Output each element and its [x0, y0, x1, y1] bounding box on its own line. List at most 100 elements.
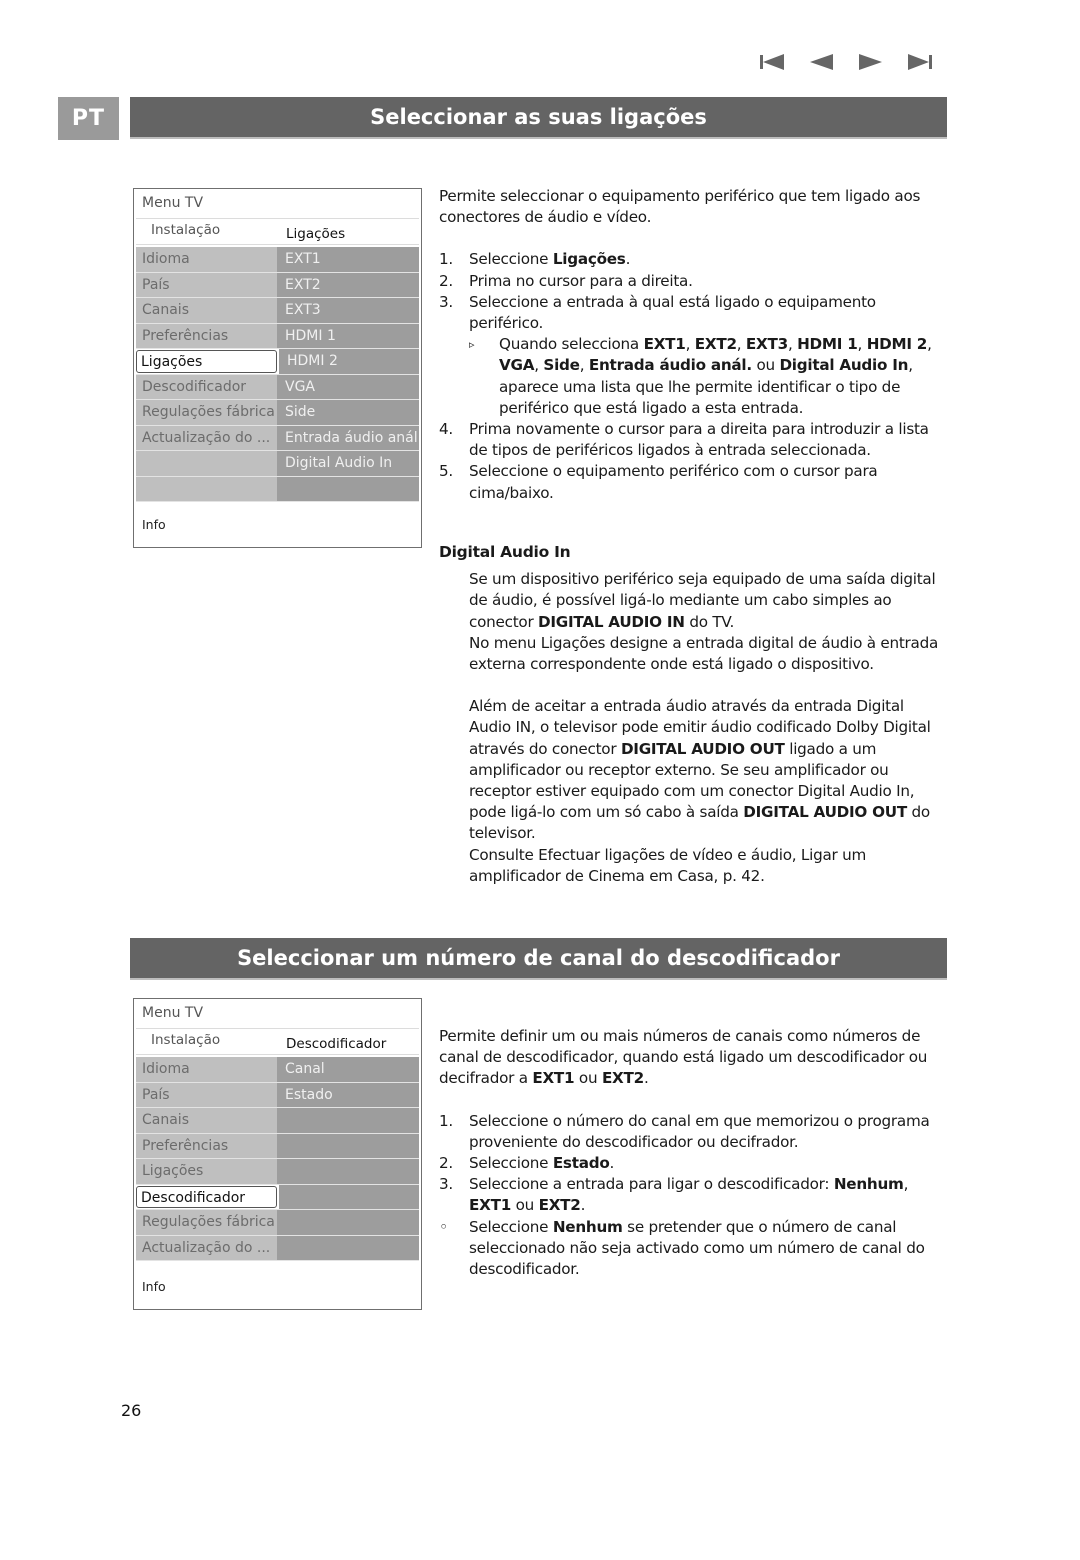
menu-rows: Idioma Canal País Estado Canais Preferências L… — [136, 1057, 419, 1261]
menu-item[interactable]: Actualização do ... — [136, 425, 277, 450]
menu-rows: Idioma EXT1 País EXT2 Canais EXT3 Preferências… — [136, 247, 419, 502]
menu-item[interactable]: Regulações fábrica — [136, 400, 277, 425]
submenu-item[interactable]: VGA — [277, 374, 419, 399]
previous-icon — [810, 54, 833, 70]
submenu-item[interactable] — [277, 1159, 419, 1184]
menu-row: País EXT2 — [136, 272, 419, 298]
triangle-bullet-icon: ▹ — [469, 338, 475, 352]
divider — [136, 1054, 419, 1055]
menu-row — [136, 476, 419, 502]
menu-row: Regulações fábrica Side — [136, 400, 419, 426]
menu-item[interactable]: Preferências — [136, 323, 277, 348]
submenu-item[interactable]: Digital Audio In — [277, 451, 419, 476]
menu-sub-left: Instalação — [151, 1032, 221, 1048]
submenu-item[interactable]: Estado — [277, 1082, 419, 1107]
submenu-item[interactable]: Side — [277, 400, 419, 425]
menu-row: Idioma EXT1 — [136, 247, 419, 273]
submenu-item[interactable] — [279, 1184, 419, 1209]
menu-item-selected[interactable]: Descodificador — [136, 1185, 277, 1208]
step-item: 5. Seleccione o equipamento periférico co… — [439, 462, 878, 502]
submenu-item[interactable] — [277, 1210, 419, 1235]
language-tag: PT — [58, 97, 119, 140]
submenu-item[interactable]: EXT3 — [277, 298, 419, 323]
step-item: 2. Prima no cursor para a direita. — [439, 271, 693, 290]
digital-audio-heading: Digital Audio In — [439, 543, 571, 561]
sub-bullet: ▹ Quando selecciona EXT1, EXT2, EXT3, HDM… — [469, 335, 932, 417]
menu-item[interactable]: Canais — [136, 1108, 277, 1133]
menu-info: Info — [142, 1279, 166, 1294]
menu-row: Canais — [136, 1108, 419, 1134]
menu-row: Actualização do ... Entrada áudio anál. — [136, 425, 419, 451]
menu-row: Preferências — [136, 1133, 419, 1159]
menu-row: Preferências HDMI 1 — [136, 323, 419, 349]
divider — [136, 244, 419, 245]
menu-item[interactable]: País — [136, 272, 277, 297]
section1-text: Permite seleccionar o equipamento perifé… — [439, 186, 949, 504]
menu-item[interactable]: Descodificador — [136, 374, 277, 399]
submenu-item[interactable]: Canal — [277, 1057, 419, 1082]
next-button[interactable] — [856, 50, 884, 74]
step-item: 1. Seleccione Ligações. — [439, 250, 631, 269]
menu-info: Info — [142, 517, 166, 532]
next-icon — [859, 54, 882, 70]
menu-row: Ligações — [136, 1159, 419, 1185]
menu-row: Idioma Canal — [136, 1057, 419, 1083]
menu-row: Canais EXT3 — [136, 298, 419, 324]
submenu-item[interactable] — [277, 1235, 419, 1260]
divider — [136, 1028, 419, 1029]
menu-row: Descodificador — [136, 1184, 419, 1210]
submenu-item[interactable]: EXT2 — [277, 272, 419, 297]
menu-item[interactable]: Canais — [136, 298, 277, 323]
step-item: 3. Seleccione a entrada à qual está ligad… — [439, 292, 876, 333]
menu-item-selected[interactable]: Ligações — [136, 350, 277, 373]
menu-sub-left: Instalação — [151, 222, 221, 238]
menu-item[interactable]: Actualização do ... — [136, 1235, 277, 1260]
digital-audio-paragraph: Consulte Efectuar ligações de vídeo e áu… — [469, 845, 867, 885]
menu-item[interactable]: Idioma — [136, 1057, 277, 1082]
skip-to-last-button[interactable] — [906, 50, 934, 74]
submenu-item[interactable]: Entrada áudio anál. — [277, 425, 419, 450]
submenu-item[interactable] — [277, 1108, 419, 1133]
note-item: ◦ Seleccione Nenhum se pretender que o nú… — [439, 1217, 925, 1279]
intro-paragraph: Permite definir um ou mais números de ca… — [439, 1027, 928, 1088]
digital-audio-paragraph: Se um dispositivo periférico seja equipa… — [469, 570, 936, 631]
menu-sub-right: Descodificador — [286, 1036, 387, 1052]
menu-item[interactable]: Regulações fábrica — [136, 1210, 277, 1235]
digital-audio-paragraph: No menu Ligações designe a entrada digit… — [469, 633, 939, 674]
menu-item[interactable] — [136, 451, 277, 476]
step-item: 3. Seleccione a entrada para ligar o desc… — [439, 1175, 909, 1215]
menu-item[interactable]: Idioma — [136, 247, 277, 272]
submenu-item[interactable]: HDMI 1 — [277, 323, 419, 348]
menu-row: Digital Audio In — [136, 451, 419, 477]
menu-item[interactable]: Preferências — [136, 1133, 277, 1158]
divider — [136, 218, 419, 219]
tv-menu-descodificador: Menu TV Instalação Descodificador Idioma… — [133, 998, 422, 1310]
menu-item[interactable]: País — [136, 1082, 277, 1107]
digital-audio-section: Digital Audio In Se um dispositivo perif… — [439, 542, 949, 887]
page-navigation — [758, 50, 938, 76]
steps-list: 1. Seleccione Ligações. 2. Prima no cursor… — [439, 249, 949, 503]
menu-row: Actualização do ... — [136, 1235, 419, 1261]
page-number: 26 — [121, 1401, 142, 1420]
step-item: 2. Seleccione Estado. — [439, 1154, 615, 1173]
menu-row: Regulações fábrica — [136, 1210, 419, 1236]
circle-bullet-icon: ◦ — [439, 1217, 448, 1236]
submenu-item[interactable] — [277, 1133, 419, 1158]
skip-to-first-icon — [760, 54, 784, 70]
skip-to-first-button[interactable] — [758, 50, 786, 74]
submenu-item[interactable]: HDMI 2 — [279, 349, 419, 374]
menu-row: Descodificador VGA — [136, 374, 419, 400]
menu-item[interactable]: Ligações — [136, 1159, 277, 1184]
menu-item[interactable] — [136, 476, 277, 501]
submenu-item[interactable] — [277, 476, 419, 501]
digital-audio-paragraph: Além de aceitar a entrada áudio através … — [469, 697, 931, 843]
section2-text: Permite definir um ou mais números de ca… — [439, 1026, 949, 1280]
submenu-item[interactable]: EXT1 — [277, 247, 419, 272]
previous-button[interactable] — [808, 50, 836, 74]
menu-title: Menu TV — [142, 195, 204, 211]
step-item: 1. Seleccione o número do canal em que me… — [439, 1111, 930, 1151]
skip-to-last-icon — [908, 54, 932, 70]
menu-row: Ligações HDMI 2 — [136, 349, 419, 375]
intro-paragraph: Permite seleccionar o equipamento perifé… — [439, 187, 921, 227]
menu-row: País Estado — [136, 1082, 419, 1108]
